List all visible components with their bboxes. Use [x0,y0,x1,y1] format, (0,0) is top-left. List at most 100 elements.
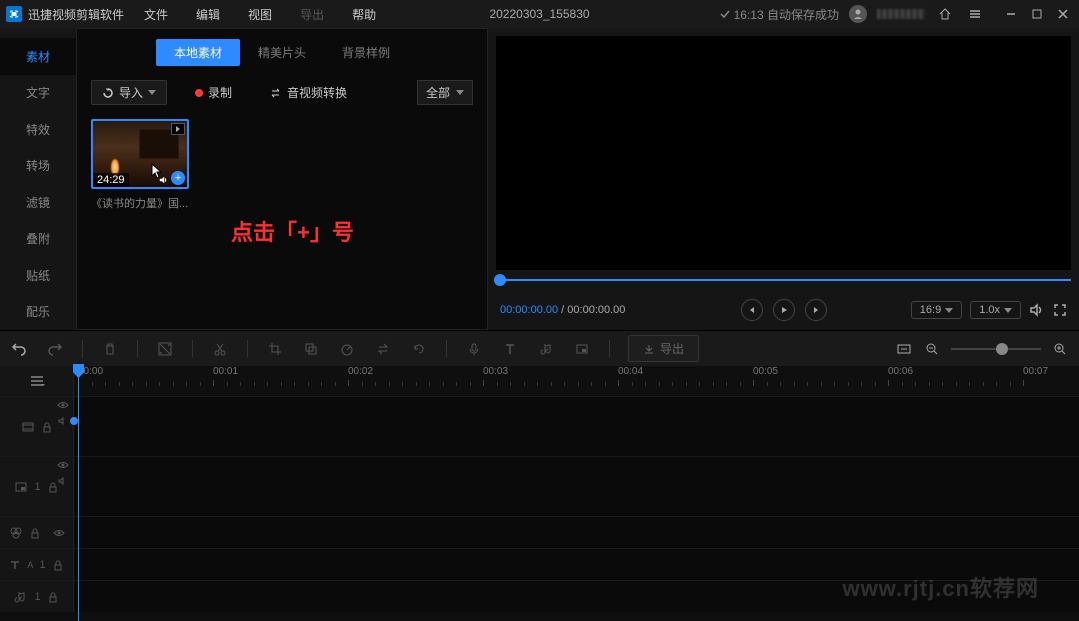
undo-icon[interactable] [10,340,28,358]
text-track[interactable] [74,549,1079,580]
ruler-tick: 00:03 [483,366,508,377]
home-icon[interactable] [935,4,955,24]
text-track-icon [9,559,21,571]
menu-file[interactable]: 文件 [144,6,168,23]
import-button[interactable]: 导入 [91,80,167,105]
convert-label: 音视频转换 [287,84,347,101]
tab-transition[interactable]: 转场 [0,148,76,185]
fullscreen-icon[interactable] [1053,303,1067,317]
pip-track[interactable] [74,457,1079,516]
filter-track-head[interactable] [0,517,74,548]
lock-icon[interactable] [47,591,59,603]
menu-export[interactable]: 导出 [300,6,324,23]
lock-icon[interactable] [41,421,53,433]
mute-icon[interactable] [57,416,69,426]
convert-button[interactable]: 音视频转换 [260,81,357,104]
preview-progress-slider[interactable] [496,270,1071,290]
aspect-ratio-select[interactable]: 16:9 [911,301,962,319]
chevron-down-icon [945,308,953,313]
export-button[interactable]: 导出 [628,335,699,362]
menu-view[interactable]: 视图 [248,6,272,23]
rotate-icon[interactable] [410,340,428,358]
pip-track-head[interactable]: 1 [0,457,74,516]
timeline-ruler[interactable]: 00:0000:0100:0200:0300:0400:0500:0600:07 [74,366,1079,396]
track-options-icon[interactable] [0,366,74,396]
audio-icon[interactable] [537,340,555,358]
playback-speed-select[interactable]: 1.0x [970,301,1021,319]
volume-icon[interactable] [1029,302,1045,318]
tab-material[interactable]: 素材 [0,38,76,75]
redo-icon[interactable] [46,340,64,358]
ruler-tick: 00:06 [888,366,913,377]
material-panel: 本地素材 精美片头 背景样例 导入 录制 音视频转换 全部 [76,28,488,330]
minimize-button[interactable] [1001,4,1021,24]
user-avatar-icon[interactable] [849,5,867,23]
video-track-head[interactable] [0,397,74,456]
ruler-tick: 00:02 [348,366,373,377]
playhead[interactable] [78,366,79,621]
subtab-local-material[interactable]: 本地素材 [156,39,240,66]
cut-icon[interactable] [211,340,229,358]
audio-track[interactable] [74,581,1079,612]
menu-help[interactable]: 帮助 [352,6,376,23]
tab-sticker[interactable]: 贴纸 [0,257,76,294]
reverse-icon[interactable] [374,340,392,358]
visibility-icon[interactable] [53,528,65,538]
pip-icon[interactable] [573,340,591,358]
text-icon[interactable] [501,340,519,358]
visibility-icon[interactable] [57,460,69,470]
preview-viewport[interactable] [496,36,1071,270]
filter-label: 全部 [426,84,450,101]
media-thumbnail[interactable]: 24:29 + [91,119,189,189]
add-to-timeline-button[interactable]: + [171,171,185,185]
ruler-tick: 00:04 [618,366,643,377]
sidebar-tabs: 素材 文字 特效 转场 滤镜 叠附 贴纸 配乐 [0,28,76,330]
preview-panel: 00:00:00.00 / 00:00:00.00 16:9 [488,28,1079,330]
tab-music[interactable]: 配乐 [0,294,76,331]
play-button[interactable] [773,299,795,321]
tab-effects[interactable]: 特效 [0,111,76,148]
mute-icon[interactable] [57,476,69,486]
record-button[interactable]: 录制 [185,81,242,104]
delete-icon[interactable] [101,340,119,358]
filter-track-icon [9,526,23,540]
zoom-in-icon[interactable] [1051,340,1069,358]
ruler-tick: 00:07 [1023,366,1048,377]
text-track-head[interactable]: A 1 [0,549,74,580]
zoom-out-icon[interactable] [923,340,941,358]
mic-icon[interactable] [465,340,483,358]
lock-icon[interactable] [29,527,41,539]
media-name: 《读书的力量》国... [91,195,189,211]
visibility-icon[interactable] [57,400,69,410]
crop-icon[interactable] [266,340,284,358]
cursor-icon [151,163,165,181]
filter-track[interactable] [74,517,1079,548]
video-track[interactable] [74,397,1079,456]
split-icon[interactable] [156,340,174,358]
tab-overlay[interactable]: 叠附 [0,221,76,258]
copy-icon[interactable] [302,340,320,358]
tab-text[interactable]: 文字 [0,75,76,112]
zoom-slider[interactable] [951,348,1041,350]
speed-icon[interactable] [338,340,356,358]
media-duration: 24:29 [93,173,129,187]
menu-edit[interactable]: 编辑 [196,6,220,23]
autosave-text: 16:13 自动保存成功 [734,6,839,23]
menu-icon[interactable] [965,4,985,24]
video-track-icon [21,420,35,434]
filter-dropdown[interactable]: 全部 [417,80,473,105]
prev-frame-button[interactable] [741,299,763,321]
audio-track-icon [14,590,28,604]
subtab-clips[interactable]: 精美片头 [240,39,324,66]
fit-icon[interactable] [895,340,913,358]
lock-icon[interactable] [52,559,64,571]
next-frame-button[interactable] [805,299,827,321]
subtab-backgrounds[interactable]: 背景样例 [324,39,408,66]
maximize-button[interactable] [1027,4,1047,24]
chevron-down-icon [148,90,156,95]
close-button[interactable] [1053,4,1073,24]
audio-track-head[interactable]: 1 [0,581,74,612]
record-label: 录制 [208,84,232,101]
tab-filter[interactable]: 滤镜 [0,184,76,221]
document-title: 20220303_155830 [489,7,589,21]
